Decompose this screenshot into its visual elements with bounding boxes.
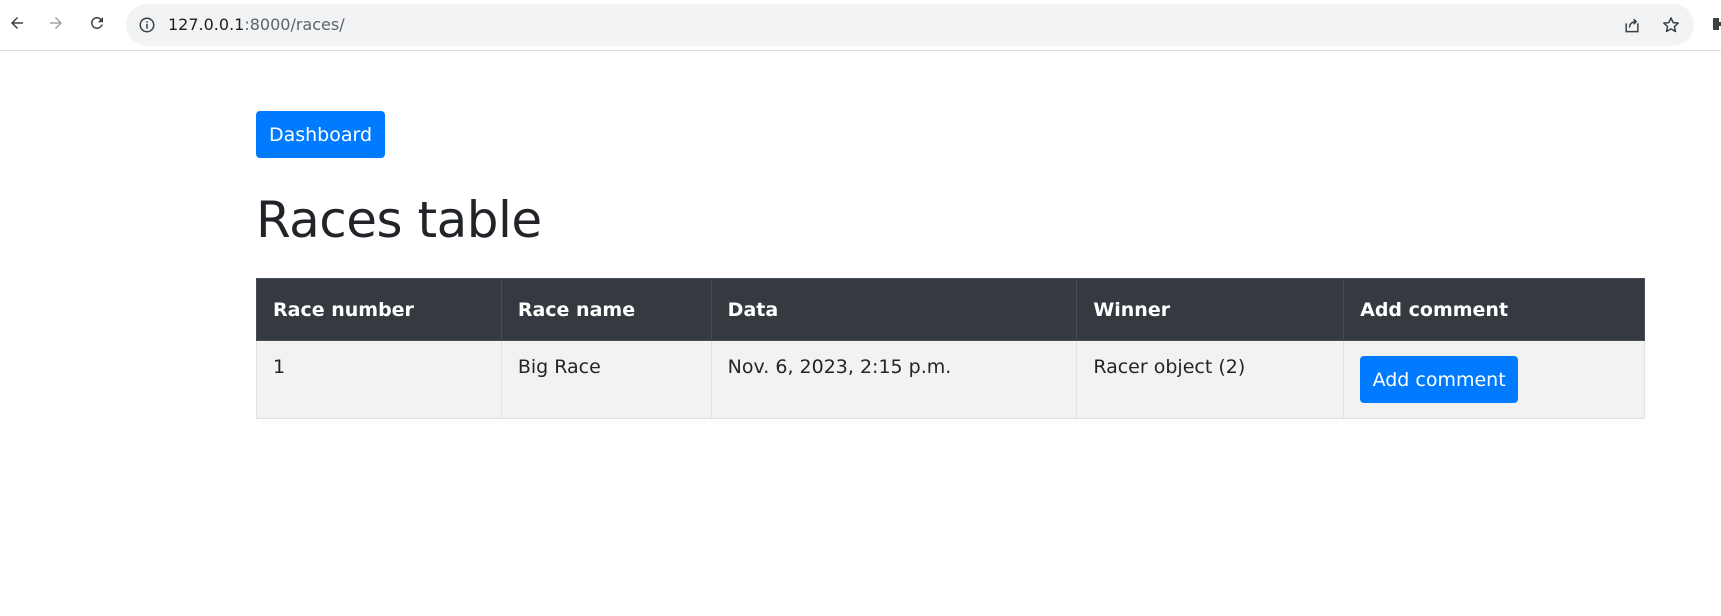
- cell-winner: Racer object (2): [1076, 340, 1345, 419]
- info-icon[interactable]: [138, 16, 156, 34]
- table-header-row: Race number Race name Data Winner Add co…: [256, 278, 1645, 341]
- forward-arrow-icon: [50, 17, 62, 29]
- address-bar[interactable]: 127.0.0.1:8000/races/: [126, 4, 1694, 46]
- forward-button[interactable]: [42, 9, 70, 37]
- dashboard-button[interactable]: Dashboard: [256, 111, 385, 158]
- reload-icon: [91, 16, 103, 29]
- reload-button[interactable]: [83, 9, 111, 37]
- extensions-icon[interactable]: [1711, 14, 1721, 34]
- table-row: 1 Big Race Nov. 6, 2023, 2:15 p.m. Racer…: [256, 340, 1645, 419]
- add-comment-button[interactable]: Add comment: [1360, 356, 1519, 403]
- back-button[interactable]: [3, 9, 31, 37]
- cell-race-number: 1: [256, 340, 502, 419]
- url-path: :8000/races/: [244, 15, 345, 34]
- races-table: Race number Race name Data Winner Add co…: [256, 278, 1645, 419]
- cell-add-comment: Add comment: [1343, 340, 1645, 419]
- url-host: 127.0.0.1: [168, 15, 245, 34]
- back-arrow-icon: [11, 17, 23, 29]
- star-icon[interactable]: [1661, 15, 1681, 35]
- cell-data: Nov. 6, 2023, 2:15 p.m.: [710, 340, 1078, 419]
- url-text[interactable]: 127.0.0.1:8000/races/: [168, 15, 345, 35]
- header-winner: Winner: [1076, 278, 1345, 341]
- header-race-name: Race name: [500, 278, 712, 341]
- share-icon[interactable]: [1622, 15, 1642, 35]
- page-title: Races table: [256, 191, 542, 249]
- header-data: Data: [710, 278, 1078, 341]
- header-add-comment: Add comment: [1343, 278, 1645, 341]
- header-race-number: Race number: [256, 278, 502, 341]
- cell-race-name: Big Race: [500, 340, 712, 419]
- browser-toolbar: 127.0.0.1:8000/races/: [0, 0, 1721, 51]
